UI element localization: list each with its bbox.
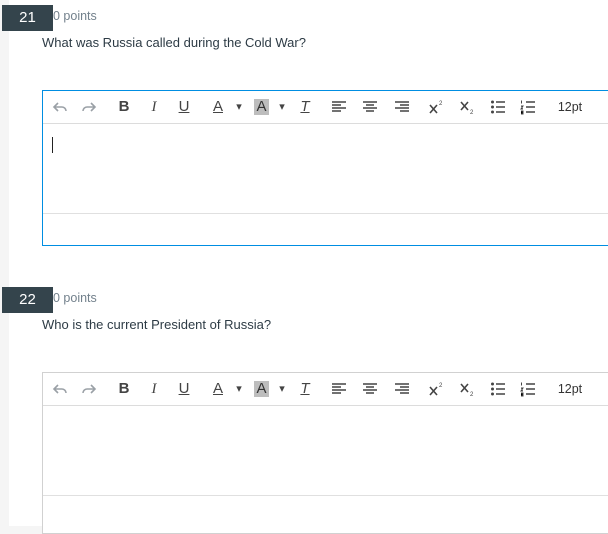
left-rail: [0, 0, 9, 526]
editor-toolbar: B I U A ▾ A ▾ T 2 2 12pt: [43, 91, 608, 124]
question-text: What was Russia called during the Cold W…: [42, 35, 306, 50]
font-color-dropdown-icon[interactable]: ▾: [234, 380, 244, 398]
svg-text:2: 2: [439, 101, 443, 107]
background-color-dropdown-icon[interactable]: ▾: [277, 98, 287, 116]
underline-button[interactable]: U: [177, 98, 191, 116]
editor-text-area[interactable]: [43, 124, 608, 214]
font-size-select[interactable]: 12pt: [555, 98, 585, 116]
question-number: 21: [2, 5, 53, 31]
underline-button[interactable]: U: [177, 380, 191, 398]
rich-text-editor[interactable]: B I U A ▾ A ▾ T 2 2 12pt: [42, 372, 608, 534]
font-color-button[interactable]: A: [211, 380, 225, 398]
svg-text:2: 2: [470, 392, 474, 398]
background-color-button[interactable]: A: [254, 381, 269, 397]
bold-button[interactable]: B: [117, 98, 131, 116]
redo-icon[interactable]: [81, 380, 97, 398]
question-21: 21 0 points What was Russia called durin…: [2, 0, 608, 266]
subscript-icon[interactable]: 2: [459, 98, 475, 116]
superscript-icon[interactable]: 2: [428, 380, 444, 398]
align-left-icon[interactable]: [331, 380, 347, 398]
question-points: 0 points: [53, 9, 97, 23]
clear-formatting-button[interactable]: T: [297, 380, 313, 398]
editor-toolbar: B I U A ▾ A ▾ T 2 2 12pt: [43, 373, 608, 406]
redo-icon[interactable]: [81, 98, 97, 116]
text-cursor: [52, 137, 53, 153]
align-center-icon[interactable]: [362, 380, 378, 398]
bullet-list-icon[interactable]: [490, 98, 506, 116]
subscript-icon[interactable]: 2: [459, 380, 475, 398]
rich-text-editor[interactable]: B I U A ▾ A ▾ T 2 2 12pt: [42, 90, 608, 246]
question-points: 0 points: [53, 291, 97, 305]
editor-status-bar: [43, 496, 608, 528]
clear-formatting-button[interactable]: T: [297, 98, 313, 116]
bullet-list-icon[interactable]: [490, 380, 506, 398]
italic-button[interactable]: I: [147, 98, 161, 116]
numbered-list-icon[interactable]: [520, 380, 536, 398]
undo-icon[interactable]: [52, 98, 68, 116]
align-right-icon[interactable]: [394, 380, 410, 398]
font-color-dropdown-icon[interactable]: ▾: [234, 98, 244, 116]
font-color-button[interactable]: A: [211, 98, 225, 116]
italic-button[interactable]: I: [147, 380, 161, 398]
quiz-content: 21 0 points What was Russia called durin…: [2, 0, 608, 534]
question-number: 22: [2, 287, 53, 313]
numbered-list-icon[interactable]: [520, 98, 536, 116]
svg-text:2: 2: [439, 383, 443, 389]
background-color-button[interactable]: A: [254, 99, 269, 115]
align-left-icon[interactable]: [331, 98, 347, 116]
background-color-dropdown-icon[interactable]: ▾: [277, 380, 287, 398]
editor-status-bar: [43, 214, 608, 246]
question-22: 22 0 points Who is the current President…: [2, 282, 608, 534]
superscript-icon[interactable]: 2: [428, 98, 444, 116]
editor-text-area[interactable]: [43, 406, 608, 496]
font-size-select[interactable]: 12pt: [555, 380, 585, 398]
align-right-icon[interactable]: [394, 98, 410, 116]
bold-button[interactable]: B: [117, 380, 131, 398]
svg-text:2: 2: [470, 110, 474, 116]
align-center-icon[interactable]: [362, 98, 378, 116]
question-text: Who is the current President of Russia?: [42, 317, 272, 332]
undo-icon[interactable]: [52, 380, 68, 398]
